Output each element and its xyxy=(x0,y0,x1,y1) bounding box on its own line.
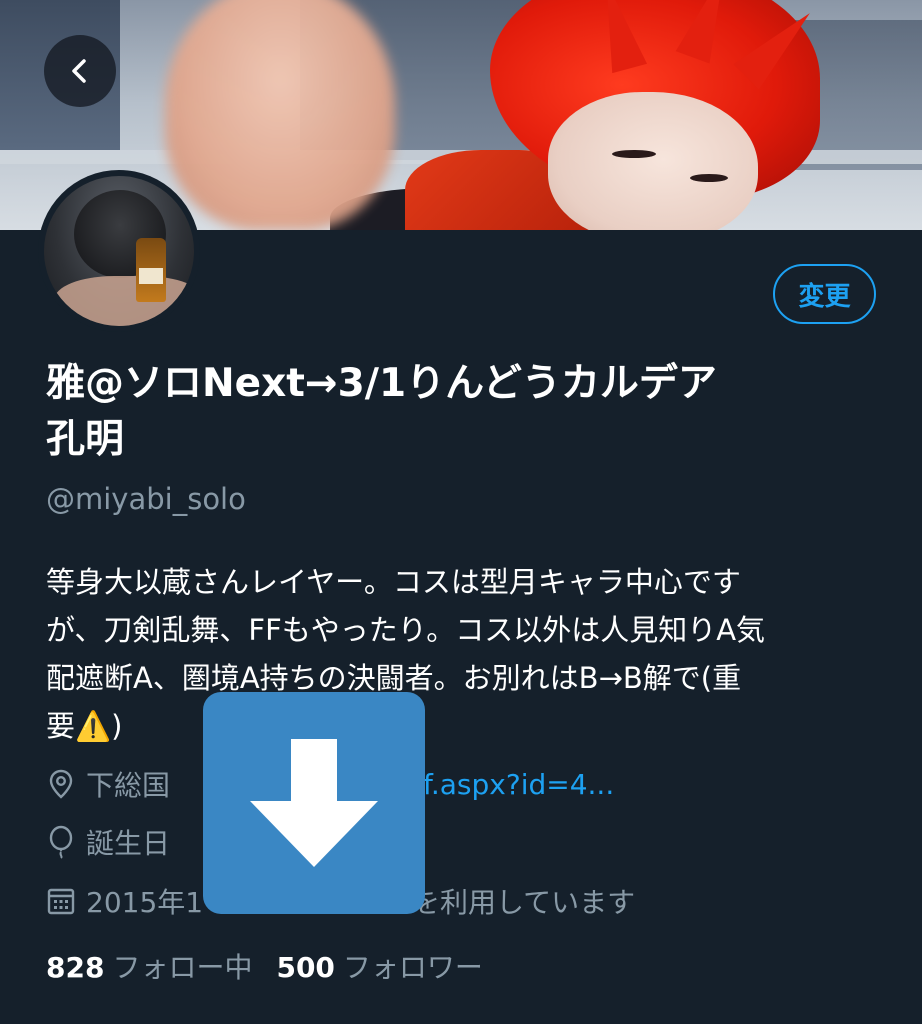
display-name-line: 雅@ソロNext→3/1りんどうカルデア xyxy=(46,361,717,406)
avatar-arm xyxy=(54,276,194,326)
calendar-icon xyxy=(47,888,75,915)
joined-text-tail: を利用しています xyxy=(412,886,636,919)
avatar-photo xyxy=(44,176,194,326)
banner-hand xyxy=(165,0,395,230)
bio-line: 等身大以蔵さんレイヤー。コスは型月キャラ中心です xyxy=(46,565,741,599)
banner-eye xyxy=(690,174,728,182)
chevron-left-icon xyxy=(72,59,86,83)
display-name-line: 孔明 xyxy=(46,417,125,462)
following-stat[interactable]: 828 フォロー中 xyxy=(46,946,252,986)
download-overlay-button[interactable] xyxy=(203,692,425,914)
bio-line: 要⚠️) xyxy=(46,709,123,743)
birthday-row: 誕生日 xyxy=(46,822,170,862)
followers-count: 500 xyxy=(276,951,335,984)
follow-stats: 828 フォロー中 500 フォロワー xyxy=(46,946,483,986)
user-handle: @miyabi_solo xyxy=(46,482,246,516)
profile-bio: 等身大以蔵さんレイヤー。コスは型月キャラ中心です が、刀剣乱舞、FFもやったり。… xyxy=(46,558,886,750)
bio-line: 配遮断A、圏境A持ちの決闘者。お別れはB→B解で(重 xyxy=(46,661,742,695)
profile-avatar[interactable] xyxy=(38,170,200,332)
balloon-icon xyxy=(49,825,73,859)
download-arrow-icon xyxy=(250,739,378,867)
profile-link[interactable]: rof.aspx?id=4... xyxy=(395,764,614,804)
followers-stat[interactable]: 500 フォロワー xyxy=(276,946,482,986)
location-text: 下総国 xyxy=(86,769,171,802)
location-pin-icon xyxy=(49,769,73,799)
bio-line: が、刀剣乱舞、FFもやったり。コス以外は人見知りA気 xyxy=(46,613,766,647)
joined-text: 2015年1 xyxy=(86,886,204,919)
birthday-text: 誕生日 xyxy=(86,827,171,860)
banner-eye xyxy=(612,150,656,158)
following-label: フォロー中 xyxy=(112,951,253,984)
avatar-bottle-label xyxy=(139,268,163,284)
location-row: 下総国 xyxy=(46,764,170,804)
back-button[interactable] xyxy=(44,35,116,107)
edit-profile-button[interactable]: 変更 xyxy=(773,264,876,324)
display-name: 雅@ソロNext→3/1りんどうカルデア 孔明 xyxy=(46,356,886,468)
followers-label: フォロワー xyxy=(342,951,483,984)
following-count: 828 xyxy=(46,951,105,984)
joined-row: 2015年1 xyxy=(46,881,203,921)
banner-face xyxy=(548,92,758,230)
